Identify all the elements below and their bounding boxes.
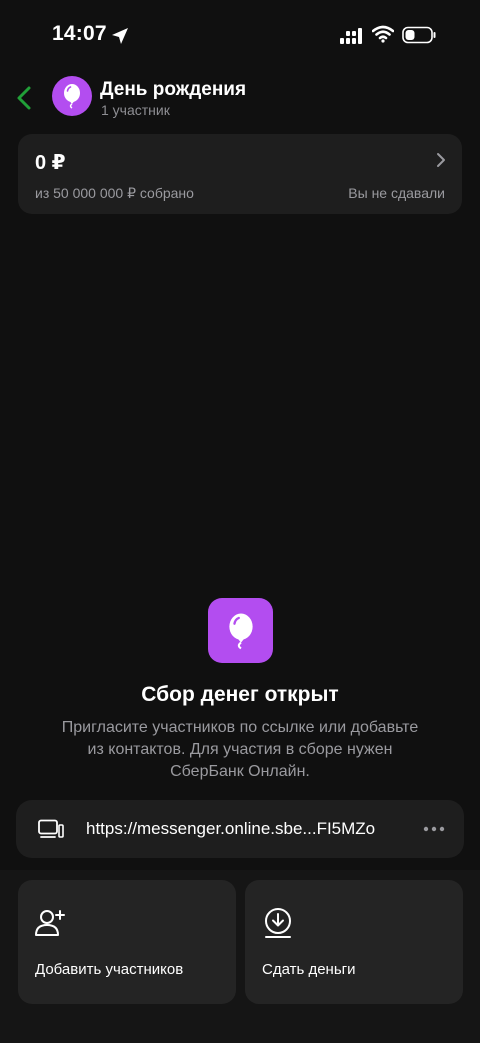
bottom-actions: Добавить участников Сдать деньги xyxy=(0,870,480,1043)
more-dots-icon[interactable] xyxy=(422,819,446,839)
location-arrow-icon xyxy=(112,28,128,44)
collection-open-title: Сбор денег открыт xyxy=(141,683,339,706)
collection-goal: из 50 000 000 ₽ собрано xyxy=(35,185,194,201)
header: День рождения 1 участник xyxy=(0,70,480,126)
status-time: 14:07 xyxy=(52,22,107,45)
contribute-label: Сдать деньги xyxy=(262,961,356,978)
chevron-right-icon xyxy=(437,153,445,167)
back-button[interactable] xyxy=(10,80,40,116)
balloon-icon xyxy=(228,613,253,649)
avatar xyxy=(52,76,92,116)
invite-link-url[interactable]: https://messenger.online.sbe...FI5MZo xyxy=(86,819,406,839)
add-participants-button[interactable]: Добавить участников xyxy=(18,880,236,1004)
page-title: День рождения xyxy=(100,79,247,100)
devices-icon xyxy=(38,819,64,838)
collection-icon xyxy=(208,598,273,663)
invite-link-row[interactable]: https://messenger.online.sbe...FI5MZo xyxy=(16,800,464,858)
collection-open-description: Пригласите участников по ссылке или доба… xyxy=(61,719,419,780)
collected-amount: 0 ₽ xyxy=(35,152,66,174)
participants-count: 1 участник xyxy=(101,102,170,118)
contribution-status: Вы не сдавали xyxy=(348,185,445,201)
download-circle-icon xyxy=(265,908,291,938)
collection-summary-card[interactable]: 0 ₽ из 50 000 000 ₽ собрано Вы не сдавал… xyxy=(18,134,462,214)
balloon-icon xyxy=(64,84,80,109)
status-bar: 14:07 xyxy=(0,0,480,70)
screen: 14:07 День рождения 1 участник 0 ₽ из 50… xyxy=(0,0,480,1043)
add-user-icon xyxy=(35,910,65,936)
cellular-signal-icon xyxy=(340,28,362,44)
contribute-button[interactable]: Сдать деньги xyxy=(245,880,463,1004)
battery-icon xyxy=(402,26,436,44)
wifi-icon xyxy=(372,25,394,43)
add-participants-label: Добавить участников xyxy=(35,961,184,978)
